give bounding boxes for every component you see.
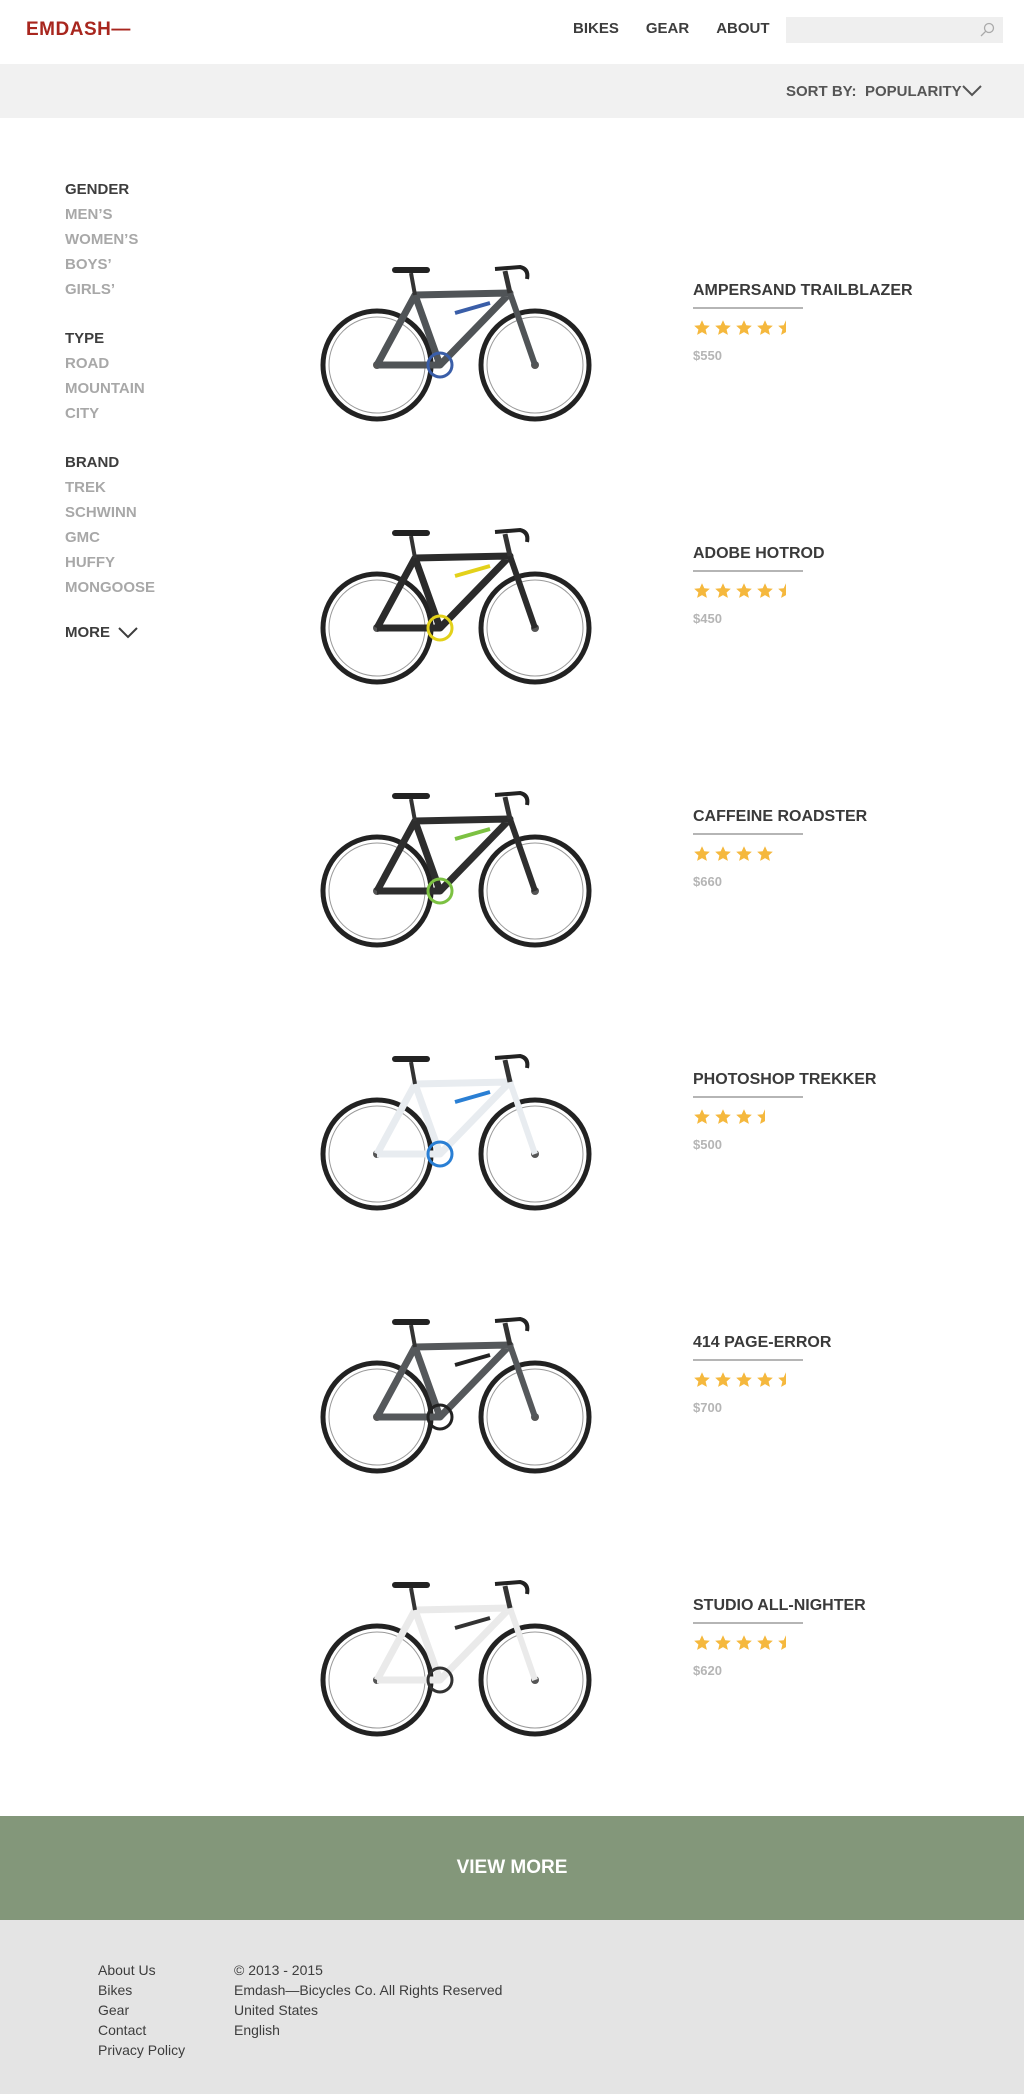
star-icon	[715, 1372, 731, 1387]
product-name[interactable]: STUDIO ALL-NIGHTER	[693, 1597, 866, 1615]
product-price: $450	[693, 611, 722, 626]
star-icon	[715, 846, 731, 861]
footer-link-about[interactable]: About Us	[98, 1960, 185, 1980]
product-card: ADOBE HOTROD $450	[0, 441, 1024, 704]
bike-image[interactable]	[315, 243, 597, 433]
star-icon	[757, 846, 773, 861]
product-card: AMPERSAND TRAILBLAZER $550	[0, 178, 1024, 441]
star-icon	[757, 1635, 773, 1650]
footer-link-bikes[interactable]: Bikes	[98, 1980, 185, 2000]
product-info: ADOBE HOTROD $450	[693, 545, 825, 626]
search-icon[interactable]	[979, 22, 995, 38]
footer-link-contact[interactable]: Contact	[98, 2020, 185, 2040]
main-nav: BIKES GEAR ABOUT	[573, 20, 770, 37]
product-card: 414 PAGE-ERROR $700	[0, 1230, 1024, 1493]
star-icon	[736, 583, 752, 598]
nav-about[interactable]: ABOUT	[716, 20, 769, 37]
half-star-icon	[778, 1372, 786, 1387]
product-price: $700	[693, 1400, 722, 1415]
sort-dropdown[interactable]: POPULARITY	[865, 83, 962, 100]
star-icon	[715, 583, 731, 598]
product-price: $660	[693, 874, 722, 889]
product-card: STUDIO ALL-NIGHTER $620	[0, 1493, 1024, 1756]
footer-link-gear[interactable]: Gear	[98, 2000, 185, 2020]
search-input[interactable]	[786, 17, 1003, 43]
copyright: © 2013 - 2015	[234, 1962, 323, 1978]
rating-stars	[693, 845, 867, 865]
star-icon	[736, 846, 752, 861]
product-price: $620	[693, 1663, 722, 1678]
footer-links: About Us Bikes Gear Contact Privacy Poli…	[98, 1960, 185, 2060]
divider	[693, 1096, 803, 1098]
star-icon	[694, 1635, 710, 1650]
product-info: PHOTOSHOP TREKKER $500	[693, 1071, 876, 1152]
product-name[interactable]: PHOTOSHOP TREKKER	[693, 1071, 876, 1089]
product-info: STUDIO ALL-NIGHTER $620	[693, 1597, 866, 1678]
site-header: EMDASH— BIKES GEAR ABOUT	[0, 0, 1024, 64]
product-name[interactable]: 414 PAGE-ERROR	[693, 1334, 831, 1352]
bike-image[interactable]	[315, 506, 597, 696]
star-icon	[694, 846, 710, 861]
product-info: 414 PAGE-ERROR $700	[693, 1334, 831, 1415]
chevron-down-icon[interactable]	[962, 85, 982, 97]
star-icon	[736, 1635, 752, 1650]
bike-image[interactable]	[315, 1295, 597, 1485]
product-name[interactable]: AMPERSAND TRAILBLAZER	[693, 282, 913, 300]
main-content: GENDER MEN’S WOMEN’S BOYS’ GIRLS’ TYPE R…	[0, 118, 1024, 1816]
divider	[693, 833, 803, 835]
half-star-icon	[778, 320, 786, 335]
site-footer: About Us Bikes Gear Contact Privacy Poli…	[0, 1920, 1024, 2094]
divider	[693, 307, 803, 309]
rating-stars	[693, 1371, 831, 1391]
rating-stars	[693, 1108, 876, 1128]
star-icon	[736, 1372, 752, 1387]
company-rights: Emdash—Bicycles Co. All Rights Reserved	[234, 1982, 503, 1998]
product-name[interactable]: ADOBE HOTROD	[693, 545, 825, 563]
bike-image[interactable]	[315, 1558, 597, 1748]
product-card: PHOTOSHOP TREKKER $500	[0, 967, 1024, 1230]
sort-label: SORT BY:	[786, 83, 857, 100]
product-price: $550	[693, 348, 722, 363]
star-icon	[715, 1635, 731, 1650]
product-info: CAFFEINE ROADSTER $660	[693, 808, 867, 889]
view-more-bar: VIEW MORE	[0, 1816, 1024, 1920]
product-info: AMPERSAND TRAILBLAZER $550	[693, 282, 913, 363]
bike-image[interactable]	[315, 769, 597, 959]
star-icon	[694, 583, 710, 598]
product-price: $500	[693, 1137, 722, 1152]
product-card: CAFFEINE ROADSTER $660	[0, 704, 1024, 967]
star-icon	[694, 320, 710, 335]
nav-bikes[interactable]: BIKES	[573, 20, 619, 37]
bike-image[interactable]	[315, 1032, 597, 1222]
language: English	[234, 2022, 280, 2038]
star-icon	[715, 320, 731, 335]
star-icon	[694, 1372, 710, 1387]
rating-stars	[693, 319, 913, 339]
half-star-icon	[757, 1109, 765, 1124]
sort-bar: SORT BY: POPULARITY	[0, 64, 1024, 118]
rating-stars	[693, 582, 825, 602]
star-icon	[736, 1109, 752, 1124]
nav-gear[interactable]: GEAR	[646, 20, 689, 37]
footer-info: © 2013 - 2015 Emdash—Bicycles Co. All Ri…	[234, 1960, 502, 2040]
view-more-button[interactable]: VIEW MORE	[457, 1857, 568, 1879]
footer-link-privacy[interactable]: Privacy Policy	[98, 2040, 185, 2060]
divider	[693, 1359, 803, 1361]
divider	[693, 1622, 803, 1624]
star-icon	[757, 1372, 773, 1387]
divider	[693, 570, 803, 572]
half-star-icon	[778, 583, 786, 598]
region: United States	[234, 2002, 319, 2018]
star-icon	[715, 1109, 731, 1124]
search-box	[786, 17, 1003, 43]
star-icon	[757, 583, 773, 598]
star-icon	[736, 320, 752, 335]
product-name[interactable]: CAFFEINE ROADSTER	[693, 808, 867, 826]
logo[interactable]: EMDASH—	[26, 19, 131, 41]
half-star-icon	[778, 1635, 786, 1650]
star-icon	[694, 1109, 710, 1124]
rating-stars	[693, 1634, 866, 1654]
star-icon	[757, 320, 773, 335]
